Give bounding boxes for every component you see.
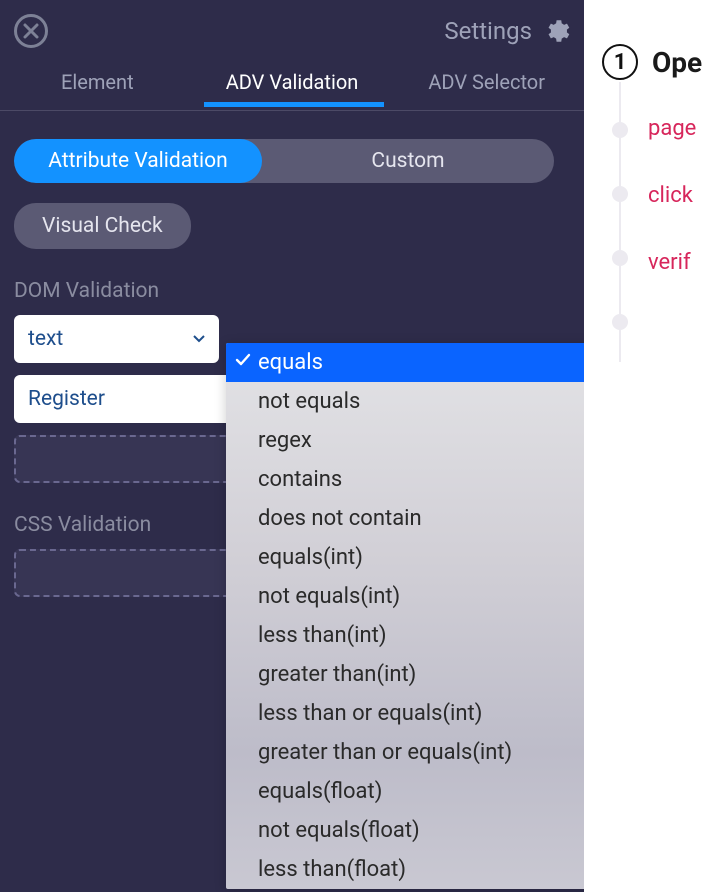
dom-attribute-value: text (28, 327, 63, 351)
mode-visual-check[interactable]: Visual Check (14, 203, 191, 249)
dropdown-option-label: less than(float) (258, 857, 406, 882)
close-icon (23, 23, 39, 39)
dropdown-option-label: equals(int) (258, 545, 363, 570)
step-timeline (619, 82, 621, 362)
dropdown-option-label: greater than or equals(int) (258, 740, 512, 765)
settings-label: Settings (444, 17, 532, 45)
chevron-down-icon (193, 331, 205, 347)
step-sub-items: page click verif (648, 116, 696, 317)
check-icon (234, 350, 252, 375)
steps-panel: 1 Ope page click verif (584, 0, 726, 892)
settings-panel: Settings Element ADV Validation ADV Sele… (0, 0, 584, 892)
close-button[interactable] (14, 14, 48, 48)
dropdown-option-label: greater than(int) (258, 662, 416, 687)
timeline-node (612, 250, 628, 266)
dom-value-text: Register (28, 387, 105, 411)
tab-adv-selector[interactable]: ADV Selector (389, 52, 584, 110)
step-sub-item-page[interactable]: page (648, 116, 696, 141)
settings-link[interactable]: Settings (444, 17, 570, 45)
dropdown-option-label: less than(int) (258, 623, 387, 648)
dropdown-option-label: equals(float) (258, 779, 382, 804)
timeline-node (612, 186, 628, 202)
dom-validation-label: DOM Validation (14, 279, 570, 303)
dropdown-option-label: not equals(float) (258, 818, 420, 843)
step-title: Ope (652, 46, 702, 79)
dropdown-option-label: not equals (258, 389, 360, 414)
dropdown-option-label: contains (258, 467, 342, 492)
panel-header: Settings (0, 0, 584, 48)
dropdown-option-label: not equals(int) (258, 584, 400, 609)
timeline-node (612, 122, 628, 138)
step-number-badge: 1 (602, 44, 638, 80)
mode-custom[interactable]: Custom (262, 139, 554, 183)
dropdown-option-label: equals (258, 350, 323, 375)
step-sub-item-click[interactable]: click (648, 183, 696, 208)
gear-icon (542, 17, 570, 45)
dom-attribute-select[interactable]: text (14, 315, 219, 363)
step-header: 1 Ope (602, 44, 726, 80)
timeline-node (612, 314, 628, 330)
mode-attribute-validation[interactable]: Attribute Validation (14, 139, 262, 183)
active-tab-underline (204, 102, 384, 107)
dropdown-option-label: less than or equals(int) (258, 701, 482, 726)
validation-mode-toggle: Attribute Validation Custom (14, 139, 554, 183)
dropdown-option-label: does not contain (258, 506, 422, 531)
dropdown-option-label: regex (258, 428, 312, 453)
step-sub-item-verify[interactable]: verif (648, 250, 696, 275)
tab-element[interactable]: Element (0, 52, 195, 110)
